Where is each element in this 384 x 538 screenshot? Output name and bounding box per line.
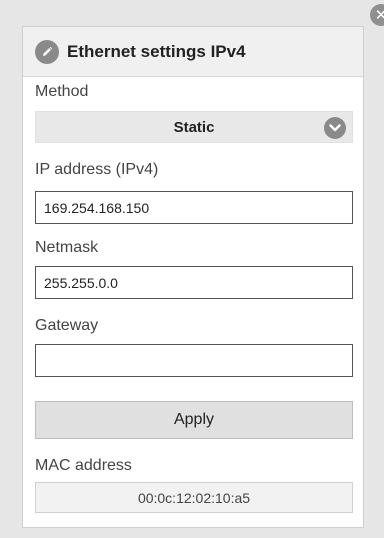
ethernet-settings-panel: Ethernet settings IPv4 Method Static IP …	[22, 26, 364, 528]
apply-button[interactable]: Apply	[35, 401, 353, 439]
pencil-icon	[35, 39, 59, 64]
mac-address-value: 00:0c:12:02:10:a5	[35, 482, 353, 513]
close-button[interactable]: ✕	[370, 4, 384, 26]
panel-title: Ethernet settings IPv4	[67, 41, 246, 61]
mac-address-label: MAC address	[35, 457, 132, 474]
ip-address-label: IP address (IPv4)	[35, 161, 159, 178]
gateway-input[interactable]	[35, 344, 353, 377]
ip-address-input[interactable]	[35, 191, 353, 224]
close-icon: ✕	[374, 6, 384, 24]
netmask-input[interactable]	[35, 266, 353, 299]
chevron-down-icon[interactable]	[324, 117, 346, 139]
panel-header: Ethernet settings IPv4	[23, 27, 363, 77]
method-selected-value: Static	[173, 118, 215, 136]
method-label: Method	[35, 83, 89, 100]
method-select[interactable]: Static	[35, 111, 353, 143]
netmask-label: Netmask	[35, 239, 99, 256]
gateway-label: Gateway	[35, 317, 99, 334]
